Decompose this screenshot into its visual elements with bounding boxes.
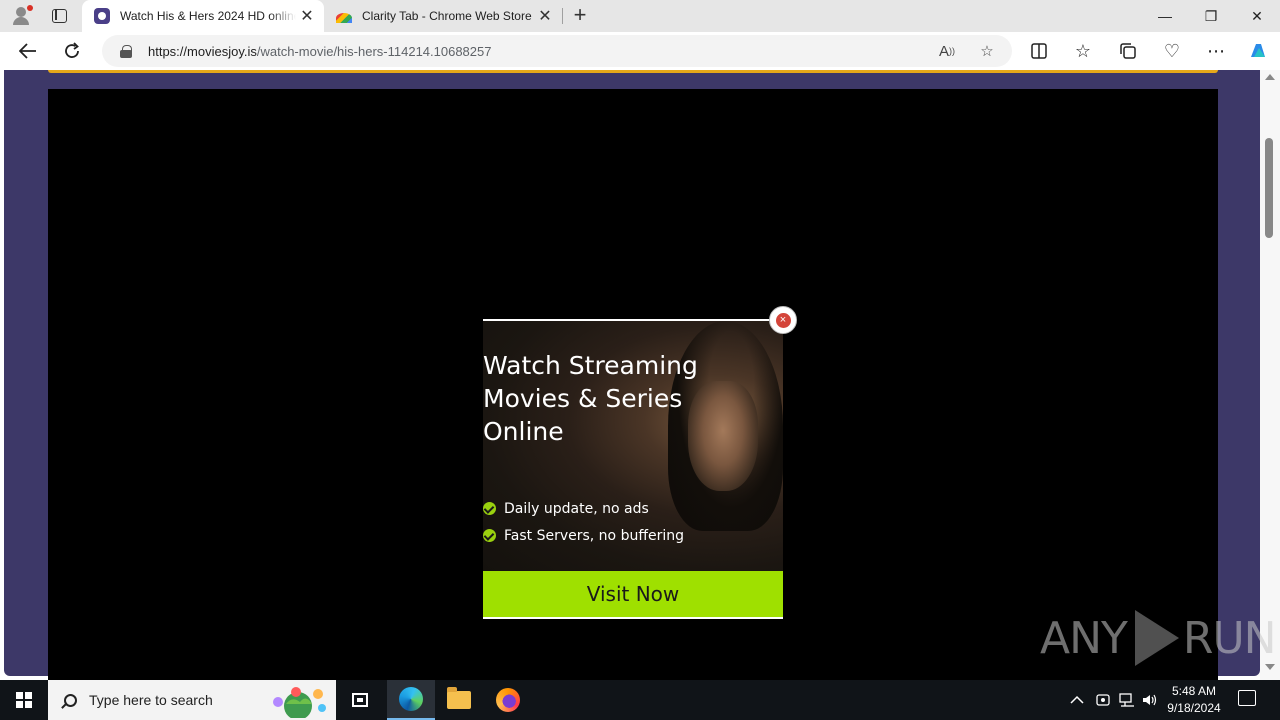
search-icon	[64, 693, 77, 707]
volume-icon[interactable]	[1142, 680, 1158, 720]
page-scrollbar[interactable]	[1260, 70, 1280, 680]
anyrun-watermark: ANY RUN	[1040, 606, 1277, 670]
scroll-up-icon[interactable]	[1265, 74, 1275, 80]
read-aloud-icon[interactable]: A))	[936, 40, 958, 62]
edge-taskbar-icon[interactable]	[387, 680, 435, 720]
more-icon[interactable]: ⋯	[1201, 36, 1231, 66]
favorites-icon[interactable]: ☆	[1068, 36, 1098, 66]
tab-close-icon[interactable]: ✕	[296, 6, 318, 26]
network-icon[interactable]	[1119, 680, 1135, 720]
favorite-star-icon[interactable]: ☆	[976, 40, 998, 62]
file-explorer-icon[interactable]	[435, 680, 483, 720]
start-button[interactable]	[0, 680, 48, 720]
tab-clarity[interactable]: Clarity Tab - Chrome Web Store ✕	[324, 0, 562, 32]
url-host: https://moviesjoy.is	[148, 43, 257, 59]
tab-actions-icon[interactable]	[52, 9, 67, 23]
browser-tab-strip: Watch His & Hers 2024 HD online ✕ Clarit…	[0, 0, 1280, 32]
search-highlight-icon	[273, 687, 326, 718]
refresh-icon[interactable]	[57, 36, 87, 66]
search-placeholder: Type here to search	[89, 692, 213, 708]
accent-strip	[48, 70, 1218, 73]
taskbar-search-box[interactable]: Type here to search	[48, 680, 336, 720]
play-logo-icon	[1134, 610, 1179, 666]
watermark-left: ANY	[1040, 612, 1128, 664]
visit-now-button[interactable]: Visit Now	[483, 571, 783, 617]
ad-headline-line: Movies & Series	[483, 384, 683, 413]
split-screen-icon[interactable]	[1024, 36, 1054, 66]
browser-essentials-icon[interactable]: ♡	[1157, 36, 1187, 66]
ad-popup[interactable]: Watch Streaming Movies & Series Online D…	[483, 319, 783, 619]
notification-center-icon[interactable]	[1238, 690, 1256, 706]
ad-headline-line: Watch Streaming	[483, 351, 698, 380]
watermark-right: RUN	[1182, 612, 1277, 664]
check-icon	[483, 529, 496, 542]
address-bar[interactable]: https://moviesjoy.is/watch-movie/his-her…	[102, 35, 1012, 67]
restore-button[interactable]: ❐	[1188, 0, 1234, 32]
close-window-button[interactable]: ✕	[1234, 0, 1280, 32]
ad-image[interactable]: Watch Streaming Movies & Series Online D…	[483, 321, 783, 571]
chrome-web-store-favicon-icon	[336, 13, 352, 23]
browser-toolbar: https://moviesjoy.is/watch-movie/his-her…	[0, 32, 1280, 70]
ad-feature-text: Daily update, no ads	[504, 500, 649, 517]
close-icon[interactable]: ×	[775, 312, 791, 328]
windows-logo-icon	[16, 692, 32, 708]
check-icon	[483, 502, 496, 515]
profile-icon[interactable]	[10, 5, 33, 27]
scroll-thumb[interactable]	[1265, 138, 1273, 238]
task-view-icon[interactable]	[336, 680, 384, 720]
ad-feature-item: Fast Servers, no buffering	[483, 522, 743, 549]
minimize-button[interactable]: —	[1142, 0, 1188, 32]
back-icon[interactable]	[13, 36, 43, 66]
meet-now-icon[interactable]	[1096, 680, 1110, 720]
url-path: /watch-movie/his-hers-114214.10688257	[256, 43, 492, 59]
tab-separator	[562, 8, 563, 24]
ad-feature-list: Daily update, no ads Fast Servers, no bu…	[483, 495, 743, 549]
moviesjoy-favicon-icon	[94, 8, 110, 24]
ad-feature-item: Daily update, no ads	[483, 495, 743, 522]
ad-headline: Watch Streaming Movies & Series Online	[483, 349, 733, 448]
tab-title: Watch His & Hers 2024 HD online	[120, 9, 296, 23]
new-tab-button[interactable]: +	[568, 4, 592, 28]
taskbar-clock[interactable]: 5:48 AM 9/18/2024	[1162, 683, 1226, 717]
copilot-icon[interactable]	[1243, 36, 1273, 66]
lock-icon[interactable]	[120, 44, 132, 58]
tab-moviesjoy[interactable]: Watch His & Hers 2024 HD online ✕	[82, 0, 324, 32]
firefox-icon[interactable]	[484, 680, 532, 720]
ad-feature-text: Fast Servers, no buffering	[504, 527, 684, 544]
tab-close-icon[interactable]: ✕	[534, 6, 556, 26]
ad-close-button[interactable]: ×	[769, 306, 797, 334]
clock-time: 5:48 AM	[1171, 684, 1217, 698]
tab-title: Clarity Tab - Chrome Web Store	[362, 9, 532, 23]
windows-taskbar: Type here to search 5:48 AM 9/18/2024	[0, 680, 1280, 720]
collections-icon[interactable]	[1113, 36, 1143, 66]
clock-date: 9/18/2024	[1167, 701, 1221, 715]
ad-headline-line: Online	[483, 417, 564, 446]
show-hidden-icons-chevron-icon[interactable]	[1070, 680, 1084, 720]
